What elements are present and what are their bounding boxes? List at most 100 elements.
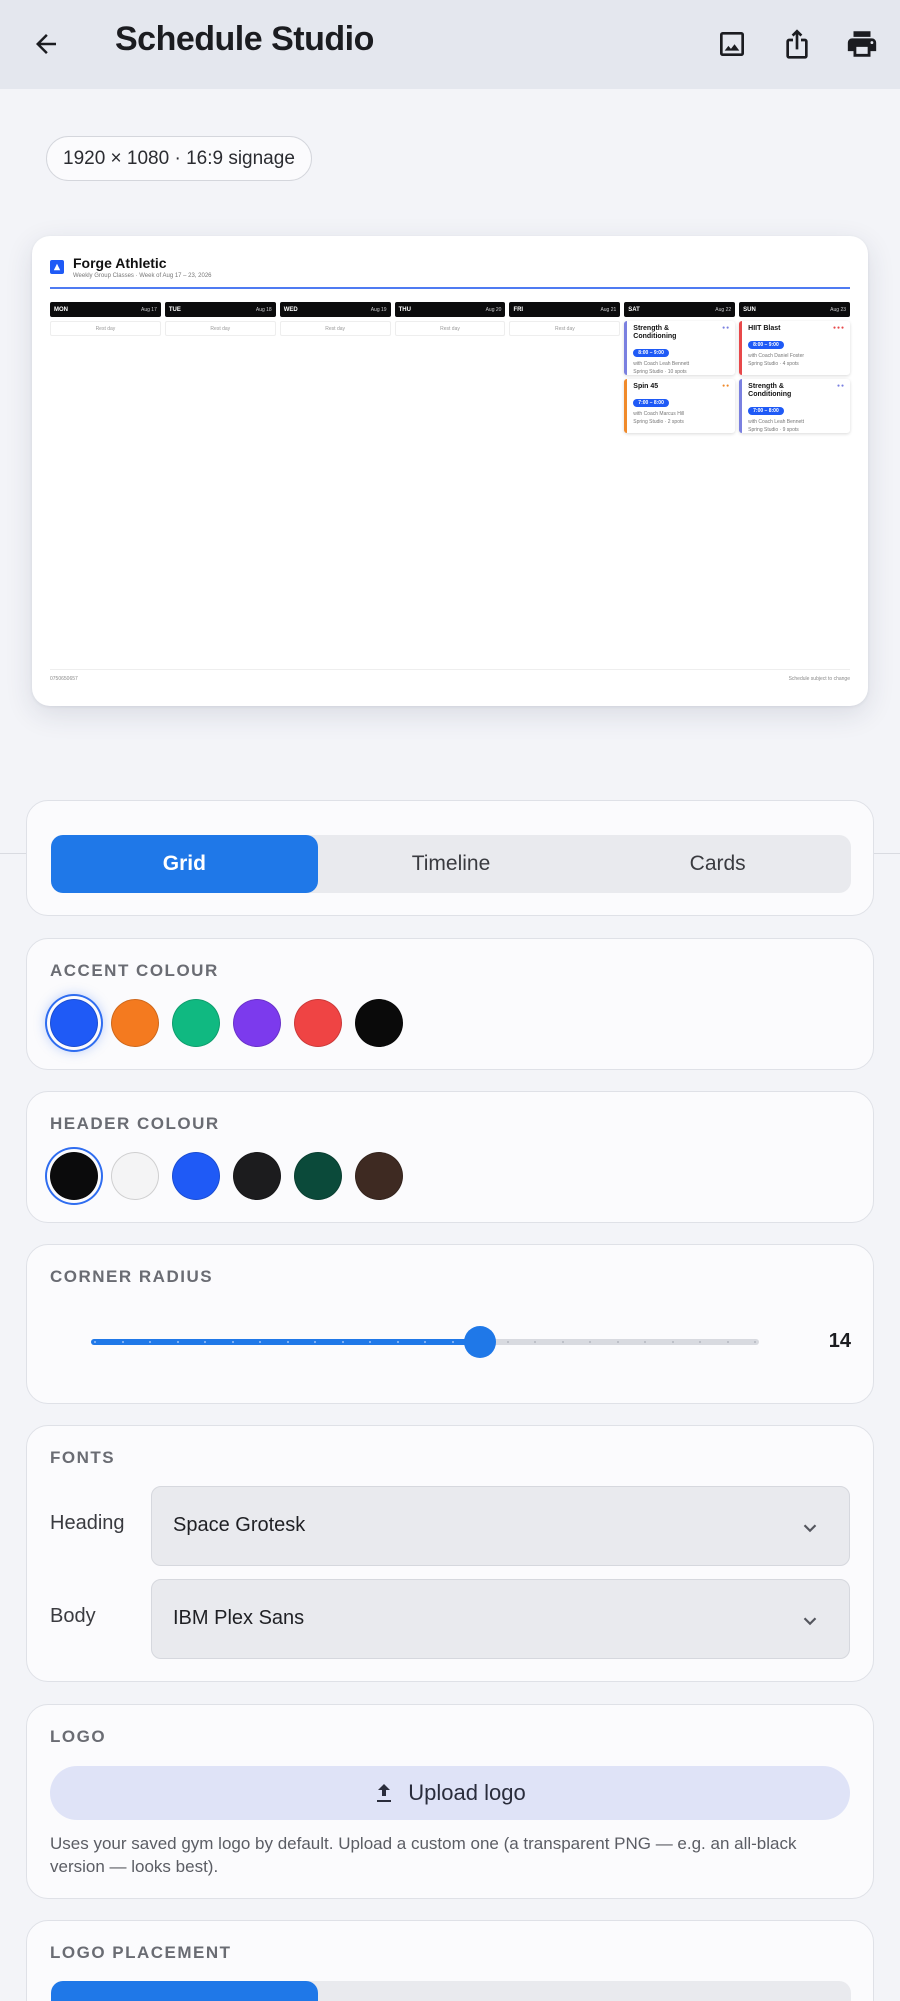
rest-day: Rest day [394, 321, 506, 336]
day-header: THU Aug 20 [394, 302, 506, 317]
accent-swatches [50, 999, 403, 1047]
body-font-select[interactable]: IBM Plex Sans [151, 1579, 850, 1659]
fonts-panel: FONTS Heading Space Grotesk Body IBM Ple… [26, 1425, 874, 1682]
logo-placement-option[interactable] [51, 1981, 318, 2001]
preview-disclaimer: Schedule subject to change [788, 676, 850, 682]
rest-day: Rest day [164, 321, 276, 336]
heading-font-row: Heading Space Grotesk [50, 1486, 850, 1566]
heading-font-value: Space Grotesk [173, 1514, 306, 1536]
day-name: WED [283, 306, 298, 313]
class-meta: Spring Studio · 2 spots [633, 419, 684, 425]
rest-day: Rest day [50, 321, 161, 336]
day-column: SAT Aug 22 Strength & Conditioning 8:00 –… [624, 302, 736, 433]
heading-font-label: Heading [50, 1512, 125, 1534]
slider-tick [699, 1341, 701, 1343]
logo-label: LOGO [50, 1727, 107, 1746]
accent-swatch-black[interactable] [355, 999, 403, 1047]
slider-tick [369, 1341, 371, 1343]
header-swatch-black[interactable] [50, 1152, 98, 1200]
corner-radius-slider[interactable] [91, 1326, 759, 1358]
header-swatch-blue[interactable] [172, 1152, 220, 1200]
accent-swatch-orange[interactable] [111, 999, 159, 1047]
header-swatch-charcoal[interactable] [233, 1152, 281, 1200]
slider-tick [232, 1341, 234, 1343]
slider-tick [727, 1341, 729, 1343]
corner-radius-label: CORNER RADIUS [50, 1267, 214, 1286]
preview-footer: 0750650657 Schedule subject to change [50, 669, 850, 682]
day-header: FRI Aug 21 [509, 302, 621, 317]
slider-tick [204, 1341, 206, 1343]
logo-placement-option[interactable] [584, 1981, 851, 2001]
class-time: 7:00 – 8:00 [748, 407, 784, 415]
accent-colour-panel: ACCENT COLOUR [26, 938, 874, 1070]
heading-font-select[interactable]: Space Grotesk [151, 1486, 850, 1566]
header-swatch-brown[interactable] [355, 1152, 403, 1200]
logo-placement-option[interactable] [318, 1981, 585, 2001]
slider-tick [589, 1341, 591, 1343]
chevron-down-icon [803, 1617, 817, 1626]
schedule-preview: Forge Athletic Weekly Group Classes · We… [32, 236, 868, 706]
day-name: TUE [168, 306, 181, 313]
back-button[interactable] [24, 22, 68, 66]
header-swatch-white[interactable] [111, 1152, 159, 1200]
day-column: MON Aug 17 Rest day [50, 302, 161, 433]
day-name: SAT [628, 306, 640, 313]
logo-placement-segmented [51, 1981, 851, 2001]
day-name: THU [398, 306, 411, 313]
slider-thumb[interactable] [464, 1326, 496, 1358]
page-title: Schedule Studio [115, 20, 374, 58]
day-header: SUN Aug 23 [739, 302, 851, 317]
export-image-button[interactable] [710, 22, 754, 66]
slider-tick [397, 1341, 399, 1343]
gym-logo [50, 260, 64, 274]
class-card: Spin 45 7:00 – 8:00 with Coach Marcus Hi… [624, 379, 736, 433]
accent-colour-label: ACCENT COLOUR [50, 961, 219, 980]
class-meta: Spring Studio · 4 spots [748, 361, 799, 367]
header-swatch-forest[interactable] [294, 1152, 342, 1200]
slider-tick [617, 1341, 619, 1343]
layout-option-grid[interactable]: Grid [51, 835, 318, 893]
size-chip[interactable]: 1920 × 1080 · 16:9 signage [46, 136, 312, 181]
corner-radius-panel: CORNER RADIUS 14 [26, 1244, 874, 1404]
layout-option-cards[interactable]: Cards [584, 835, 851, 893]
class-coach: with Coach Leah Bennett [748, 419, 805, 425]
logo-panel: LOGO Upload logo Uses your saved gym log… [26, 1704, 874, 1899]
day-name: MON [54, 306, 68, 313]
header-swatches [50, 1152, 403, 1200]
day-columns: MON Aug 17 Rest day TUE Aug 18 Rest day WE… [50, 302, 851, 433]
upload-logo-button[interactable]: Upload logo [50, 1766, 850, 1820]
day-header: SAT Aug 22 [624, 302, 736, 317]
slider-tick [314, 1341, 316, 1343]
intensity-dots: ●● [722, 383, 731, 389]
upload-icon [377, 1784, 392, 1802]
slider-tick [259, 1341, 261, 1343]
print-button[interactable] [840, 22, 884, 66]
printer-icon [847, 31, 877, 57]
class-time: 8:00 – 9:00 [633, 349, 669, 357]
logo-placement-panel: LOGO PLACEMENT [26, 1920, 874, 2001]
accent-swatch-red[interactable] [294, 999, 342, 1047]
corner-radius-value: 14 [828, 1330, 851, 1352]
class-time: 7:00 – 8:00 [633, 399, 669, 407]
day-date: Aug 18 [255, 306, 272, 313]
body-font-row: Body IBM Plex Sans [50, 1579, 850, 1659]
accent-swatch-green[interactable] [172, 999, 220, 1047]
day-header: TUE Aug 18 [164, 302, 276, 317]
day-column: FRI Aug 21 Rest day [509, 302, 621, 433]
layout-option-timeline[interactable]: Timeline [318, 835, 585, 893]
day-date: Aug 22 [715, 306, 732, 313]
day-date: Aug 20 [485, 306, 502, 313]
class-card: HIIT Blast 8:00 – 9:00 with Coach Daniel… [739, 321, 851, 375]
day-date: Aug 23 [830, 306, 847, 313]
accent-swatch-blue[interactable] [50, 999, 98, 1047]
intensity-dots: ●● [836, 383, 846, 389]
share-icon [786, 29, 808, 59]
day-column: WED Aug 19 Rest day [279, 302, 391, 433]
upload-logo-label: Upload logo [408, 1780, 526, 1805]
class-card: Strength & Conditioning 7:00 – 8:00 with… [739, 379, 851, 433]
share-button[interactable] [775, 22, 819, 66]
day-column: TUE Aug 18 Rest day [164, 302, 276, 433]
accent-swatch-purple[interactable] [233, 999, 281, 1047]
fonts-label: FONTS [50, 1448, 116, 1467]
slider-tick [452, 1341, 454, 1343]
